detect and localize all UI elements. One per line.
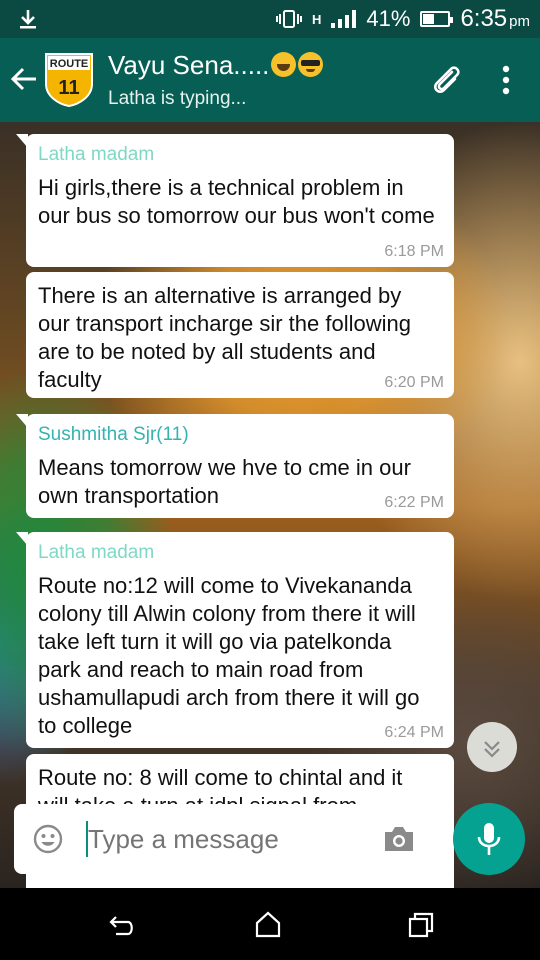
status-bar: H 41% 6:35 pm	[0, 0, 540, 38]
system-nav-bar	[0, 888, 540, 960]
chat-title-text: Vayu Sena.....	[108, 50, 270, 80]
chat-header: ROUTE 11 Vayu Sena..... Latha is typing.…	[0, 38, 540, 122]
back-arrow-icon[interactable]	[10, 65, 38, 93]
grinning-face-emoji	[271, 52, 297, 77]
message-time: 6:24 PM	[384, 724, 444, 741]
message-time: 6:22 PM	[384, 494, 444, 511]
typing-status: Latha is typing...	[108, 88, 247, 109]
battery-percent: 41%	[366, 6, 411, 31]
message-input[interactable]	[88, 824, 358, 855]
nav-back-icon[interactable]	[108, 912, 136, 938]
signal-icon	[331, 10, 357, 28]
message-bubble[interactable]: There is an alternative is arranged by o…	[26, 272, 454, 398]
more-vert-icon[interactable]	[494, 62, 518, 98]
scroll-to-bottom-button[interactable]	[467, 722, 517, 772]
clock: 6:35 pm	[460, 5, 530, 33]
nav-recent-apps-icon[interactable]	[408, 912, 434, 938]
message-text: Means tomorrow we hve to cme in our own …	[38, 455, 411, 508]
message-text: Route no:12 will come to Vivekananda col…	[38, 573, 420, 738]
sunglasses-face-emoji	[298, 52, 324, 77]
network-type-label: H	[312, 11, 322, 27]
vibrate-icon	[276, 10, 302, 28]
message-text: Hi girls,there is a technical problem in…	[38, 175, 435, 228]
route-sign-avatar[interactable]: ROUTE 11	[42, 50, 96, 108]
download-icon	[20, 10, 36, 29]
message-sender: Latha madam	[38, 144, 155, 165]
voice-record-button[interactable]	[453, 803, 525, 875]
emoji-icon[interactable]	[32, 823, 64, 855]
chat-area[interactable]: Latha madam Hi girls,there is a technica…	[0, 122, 540, 888]
message-composer[interactable]	[14, 804, 436, 874]
message-time: 6:18 PM	[384, 243, 444, 260]
paperclip-icon[interactable]	[428, 62, 464, 98]
message-text: There is an alternative is arranged by o…	[38, 283, 411, 392]
microphone-icon	[477, 823, 501, 855]
message-bubble[interactable]: Latha madam Route no:12 will come to Viv…	[16, 532, 454, 748]
chat-title[interactable]: Vayu Sena.....	[108, 50, 324, 81]
nav-home-icon[interactable]	[254, 910, 282, 938]
message-bubble[interactable]: Latha madam Hi girls,there is a technica…	[16, 134, 454, 267]
double-chevron-down-icon	[484, 741, 500, 758]
camera-icon[interactable]	[382, 824, 416, 854]
avatar-route-number: 11	[58, 77, 79, 99]
battery-icon	[420, 11, 454, 27]
avatar-route-text: ROUTE	[50, 58, 89, 70]
message-bubble[interactable]: Sushmitha Sjr(11) Means tomorrow we hve …	[16, 414, 454, 518]
message-sender: Latha madam	[38, 542, 155, 563]
clock-time: 6:35	[460, 5, 508, 32]
message-sender: Sushmitha Sjr(11)	[38, 424, 189, 445]
message-time: 6:20 PM	[384, 374, 444, 391]
clock-suffix: pm	[509, 13, 530, 30]
